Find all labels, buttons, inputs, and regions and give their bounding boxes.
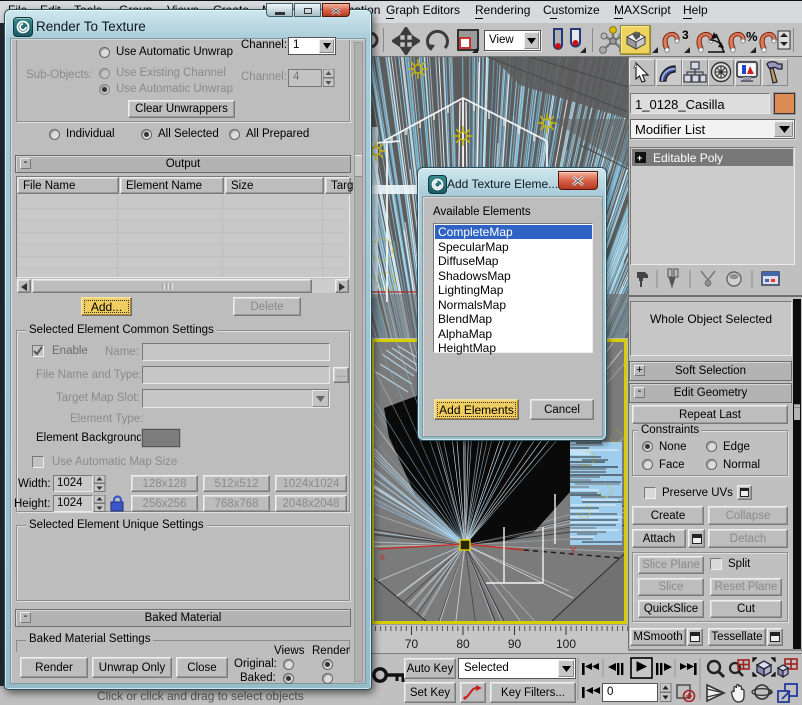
svg-text:Y: Y: [570, 546, 577, 557]
svg-text:90: 90: [508, 637, 522, 651]
svg-text:x: x: [380, 552, 385, 563]
svg-text:70: 70: [405, 637, 419, 651]
svg-text:100: 100: [556, 637, 576, 651]
svg-text:80: 80: [456, 637, 470, 651]
